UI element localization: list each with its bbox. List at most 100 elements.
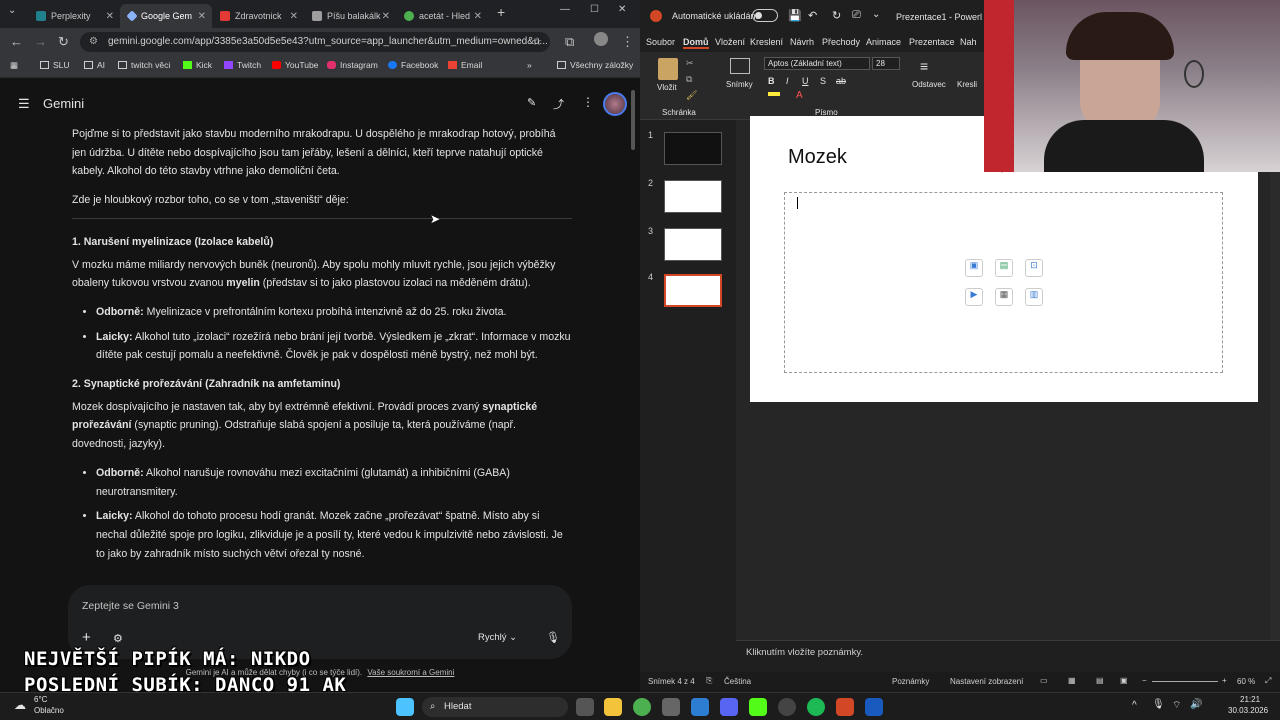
notes-pane[interactable]: Kliknutím vložíte poznámky.	[736, 640, 1280, 672]
format-painter-icon[interactable]: 🖌	[686, 90, 697, 101]
slide-thumbnail[interactable]	[664, 132, 722, 165]
insert-picture-icon[interactable]: ▣	[965, 259, 983, 277]
paragraph-button[interactable]: Odstavec	[912, 80, 946, 89]
insert-video-icon[interactable]: ▶	[965, 288, 983, 306]
zoom-level[interactable]: 60 %	[1237, 677, 1255, 686]
bookmark-facebook[interactable]: Facebook	[388, 60, 438, 70]
powerpoint-taskbar-icon[interactable]	[836, 698, 854, 716]
close-icon[interactable]: ✕	[382, 11, 390, 22]
tab-animations[interactable]: Animace	[866, 37, 901, 47]
zoom-slider[interactable]	[1152, 681, 1218, 682]
close-icon[interactable]: ✕	[106, 11, 114, 22]
font-name-select[interactable]: Aptos (Základní text)	[764, 57, 870, 70]
italic-button[interactable]: I	[786, 76, 789, 86]
slide-thumbnail[interactable]	[664, 180, 722, 213]
kick-app-icon[interactable]	[749, 698, 767, 716]
cut-icon[interactable]: ✂	[686, 58, 694, 69]
close-window-button[interactable]: ✕	[618, 4, 626, 15]
insert-icons-icon[interactable]: ⊡	[1025, 259, 1043, 277]
strikethrough-button[interactable]: ab	[836, 76, 846, 86]
avatar[interactable]	[603, 92, 627, 116]
taskbar-search[interactable]: ⌕ Hledat	[422, 697, 568, 717]
forward-icon[interactable]: →	[34, 34, 47, 49]
tools-icon[interactable]: ⚙	[113, 632, 123, 645]
tab-file[interactable]: Soubor	[646, 37, 675, 47]
tab-design[interactable]: Návrh	[790, 37, 814, 47]
windows-start-icon[interactable]	[396, 698, 414, 716]
more-bookmarks-icon[interactable]: »	[527, 60, 532, 70]
bold-button[interactable]: B	[768, 76, 775, 86]
extensions-icon[interactable]: ⧉	[565, 34, 574, 50]
tab-pisu[interactable]: Píšu balakálk ✕	[304, 4, 396, 28]
autosave-toggle[interactable]	[752, 9, 778, 22]
more-options-icon[interactable]: ⋮	[582, 95, 594, 109]
tab-home[interactable]: Domů	[683, 37, 709, 49]
tab-transitions[interactable]: Přechody	[822, 37, 860, 47]
bookmark-folder-ai[interactable]: AI	[84, 60, 105, 70]
insert-chart-icon[interactable]: ▥	[1025, 288, 1043, 306]
shadow-button[interactable]: S	[820, 76, 826, 86]
paragraph-icon[interactable]: ≡	[920, 58, 928, 74]
site-info-icon[interactable]: ⚙	[89, 32, 98, 52]
drawing-button[interactable]: Kresli	[957, 80, 977, 89]
copy-icon[interactable]: ⧉	[686, 74, 692, 85]
volume-icon[interactable]: 🔊	[1190, 699, 1202, 710]
share-icon[interactable]: ⤴	[553, 96, 564, 112]
obs-icon[interactable]	[778, 698, 796, 716]
insert-table-icon[interactable]: ▦	[995, 288, 1013, 306]
weather-text[interactable]: Oblačno	[34, 706, 64, 715]
normal-view-icon[interactable]: ▭	[1040, 676, 1048, 685]
weather-temp[interactable]: 6°C	[34, 695, 47, 704]
maximize-button[interactable]: ☐	[590, 4, 599, 15]
bookmark-email[interactable]: Email	[448, 60, 482, 70]
bookmark-folder-twitch[interactable]: twitch věci	[118, 60, 170, 70]
tab-draw[interactable]: Kreslení	[750, 37, 783, 47]
tab-acetat[interactable]: acetát - Hled ✕	[396, 4, 488, 28]
hamburger-menu-icon[interactable]: ☰	[18, 96, 30, 112]
tab-search-icon[interactable]: ⌄	[8, 5, 16, 16]
language-indicator[interactable]: Čeština	[724, 677, 751, 686]
tab-record[interactable]: Nah	[960, 37, 977, 47]
address-bar[interactable]: ⚙ gemini.google.com/app/3385e3a50d5e5e43…	[80, 32, 550, 52]
slides-button[interactable]: Snímky	[726, 80, 753, 89]
word-icon[interactable]	[865, 698, 883, 716]
clock-time[interactable]: 21:21	[1240, 695, 1260, 704]
microphone-tray-icon[interactable]: 🎙	[1152, 699, 1165, 710]
bookmark-kick[interactable]: Kick	[183, 60, 212, 70]
file-explorer-icon[interactable]	[604, 698, 622, 716]
task-view-icon[interactable]	[576, 698, 594, 716]
highlight-icon[interactable]	[768, 92, 780, 96]
apps-icon[interactable]: ▦	[10, 60, 18, 71]
bookmark-youtube[interactable]: YouTube	[272, 60, 318, 70]
reload-icon[interactable]: ↻	[58, 34, 69, 50]
notes-placeholder[interactable]: Kliknutím vložíte poznámky.	[746, 647, 863, 658]
close-icon[interactable]: ✕	[290, 11, 298, 22]
save-icon[interactable]: 💾	[788, 9, 802, 22]
reading-view-icon[interactable]: ▤	[1096, 676, 1104, 685]
font-size-select[interactable]: 28	[872, 57, 900, 70]
slideshow-view-icon[interactable]: ▣	[1120, 676, 1128, 685]
tray-chevron-icon[interactable]: ^	[1132, 700, 1137, 711]
all-bookmarks[interactable]: Všechny záložky	[557, 60, 633, 70]
paste-button[interactable]: Vložit	[657, 83, 677, 92]
new-chat-icon[interactable]: ✎	[527, 96, 536, 109]
zoom-in-icon[interactable]: +	[1222, 676, 1227, 685]
slide-sorter-icon[interactable]: ▦	[1068, 676, 1076, 685]
spotify-icon[interactable]	[807, 698, 825, 716]
prompt-input[interactable]: Zeptejte se Gemini 3	[82, 600, 179, 612]
clock-date[interactable]: 30.03.2026	[1228, 706, 1268, 715]
tab-insert[interactable]: Vložení	[715, 37, 745, 47]
zoom-out-icon[interactable]: −	[1142, 676, 1147, 685]
slide-thumbnail-active[interactable]	[664, 274, 722, 307]
undo-icon[interactable]: ↶	[808, 9, 817, 22]
present-icon[interactable]: ⎚	[852, 9, 861, 22]
paste-icon[interactable]	[658, 58, 678, 80]
accessibility-icon[interactable]: ⎘	[706, 676, 712, 686]
app-icon[interactable]	[691, 698, 709, 716]
fit-slide-icon[interactable]: ⤢	[1265, 676, 1271, 686]
settings-icon[interactable]	[662, 698, 680, 716]
redo-icon[interactable]: ↻	[832, 9, 841, 22]
close-icon[interactable]: ✕	[474, 11, 482, 22]
wifi-icon[interactable]: ⌔	[1172, 699, 1181, 712]
new-tab-button[interactable]: +	[497, 4, 505, 20]
